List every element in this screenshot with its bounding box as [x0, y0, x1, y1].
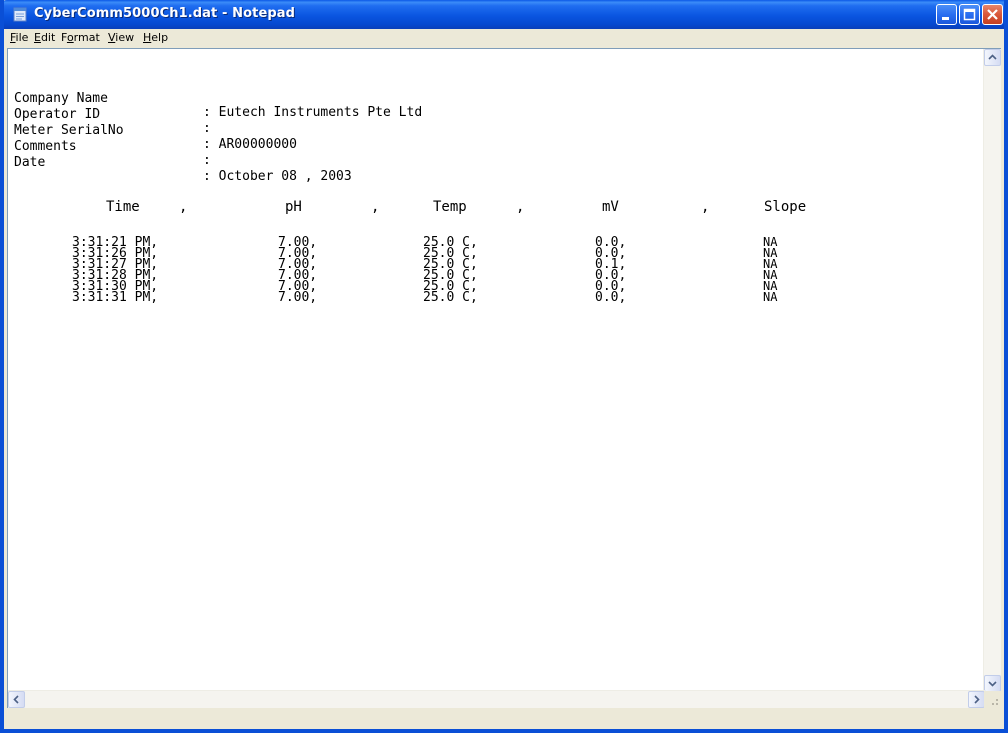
menu-format-label: rmat — [73, 31, 100, 44]
cell-mv: 0.0, — [595, 290, 627, 305]
column-header-mv: mV — [602, 199, 619, 215]
chevron-left-icon — [13, 695, 19, 704]
window-title: CyberComm5000Ch1.dat - Notepad — [34, 6, 296, 21]
scroll-left-button[interactable] — [8, 691, 25, 708]
header-line: Date : October 08 , 2003 — [14, 142, 352, 184]
menu-edit-label: dit — [40, 31, 56, 44]
menu-view-label: iew — [115, 31, 135, 44]
resize-grip-icon — [992, 699, 998, 705]
minimize-button[interactable] — [936, 4, 957, 25]
scroll-right-button[interactable] — [968, 691, 985, 708]
menu-format-accel: o — [66, 31, 74, 44]
menu-help-label: elp — [151, 31, 169, 44]
column-separator: , — [179, 199, 188, 215]
cell-slope: NA — [763, 290, 778, 304]
column-separator: , — [371, 199, 380, 215]
header-value: : AR00000000 — [203, 137, 297, 152]
maximize-button[interactable] — [959, 4, 980, 25]
header-value: : — [203, 121, 211, 136]
column-separator: , — [516, 199, 525, 215]
cell-temp: 25.0 C, — [423, 290, 478, 305]
minimize-icon — [942, 17, 949, 20]
menu-format[interactable]: Format — [59, 31, 102, 44]
menu-bar: File Edit Format View Help — [4, 29, 1004, 47]
column-header-slope: Slope — [764, 199, 807, 215]
notepad-icon — [13, 7, 27, 22]
column-header-time: Time — [106, 199, 140, 215]
cell-ph: 7.00, — [278, 290, 318, 305]
menu-file[interactable]: File — [8, 31, 30, 44]
menu-edit-accel: E — [34, 31, 41, 44]
horizontal-scrollbar[interactable] — [8, 690, 985, 708]
vertical-scrollbar[interactable] — [983, 49, 1001, 692]
notepad-window: CyberComm5000Ch1.dat - Notepad File Edit… — [0, 0, 1008, 733]
text-editor[interactable]: Company Name : Eutech Instruments Pte Lt… — [7, 48, 1001, 708]
chevron-down-icon — [988, 681, 997, 687]
column-header-ph: pH — [285, 199, 302, 215]
header-line: Operator ID : — [14, 94, 211, 136]
header-value: : — [203, 153, 211, 168]
chevron-right-icon — [974, 695, 980, 704]
close-icon — [987, 9, 998, 20]
resize-grip[interactable] — [984, 691, 1001, 708]
maximize-icon — [963, 8, 976, 21]
header-value: : October 08 , 2003 — [203, 169, 352, 184]
close-button[interactable] — [982, 4, 1003, 25]
column-header-temp: Temp — [433, 199, 467, 215]
scroll-down-button[interactable] — [984, 675, 1001, 692]
chevron-up-icon — [988, 54, 997, 60]
scroll-up-button[interactable] — [984, 49, 1001, 66]
header-line: Comments : — [14, 126, 211, 168]
menu-view[interactable]: View — [106, 31, 136, 44]
menu-edit[interactable]: Edit — [32, 31, 57, 44]
document-text[interactable]: Company Name : Eutech Instruments Pte Lt… — [12, 49, 982, 709]
menu-file-label: ile — [15, 31, 29, 44]
header-line: Company Name : Eutech Instruments Pte Lt… — [14, 78, 422, 120]
header-value: : Eutech Instruments Pte Ltd — [203, 105, 423, 120]
column-separator: , — [701, 199, 710, 215]
header-label: Date — [14, 155, 46, 170]
header-line: Meter SerialNo : AR00000000 — [14, 110, 297, 152]
table-row: 3:31:31 PM, 7.00, 25.0 C, 0.0, NA — [12, 290, 972, 305]
menu-help[interactable]: Help — [141, 31, 170, 44]
title-bar[interactable]: CyberComm5000Ch1.dat - Notepad — [4, 0, 1004, 29]
cell-time: 3:31:31 PM, — [72, 290, 159, 305]
